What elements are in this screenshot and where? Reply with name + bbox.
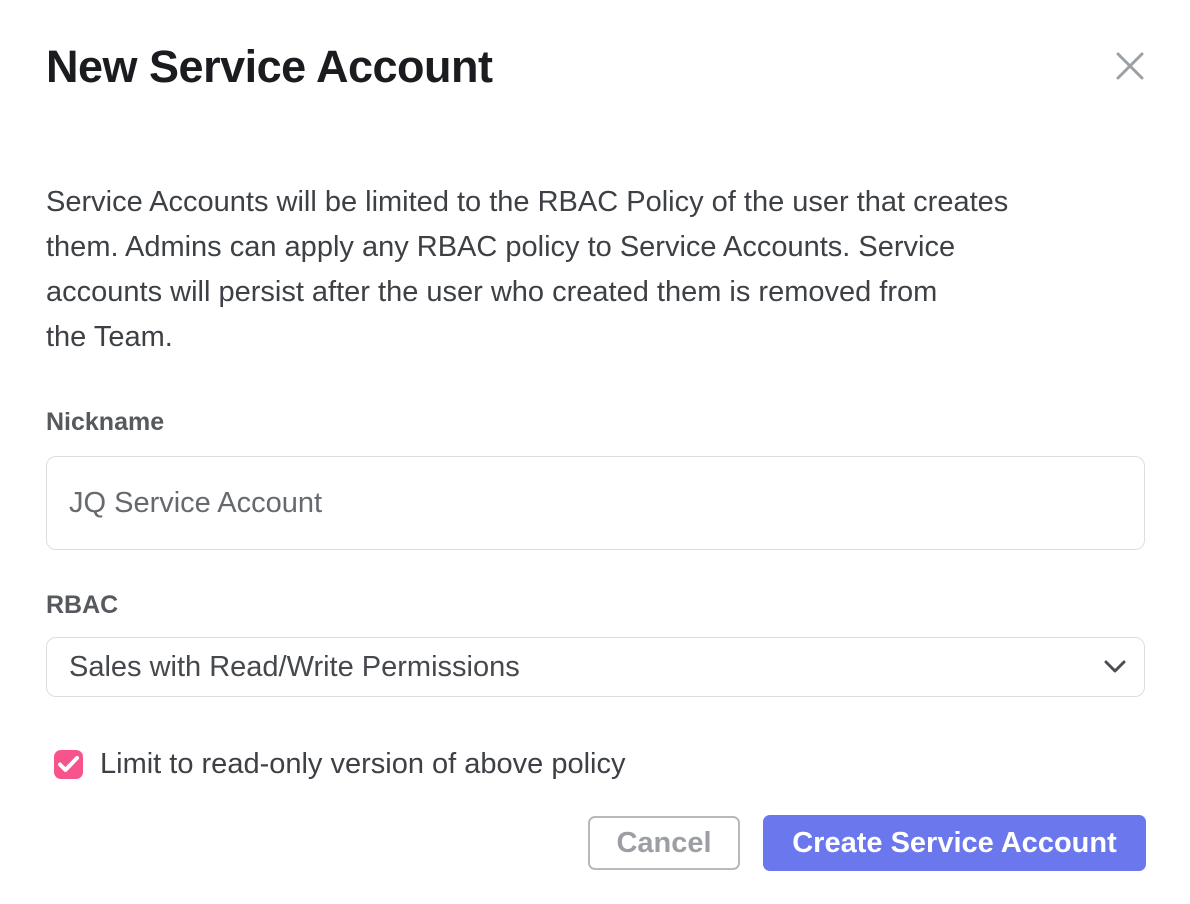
close-icon (1113, 49, 1147, 83)
description-line: accounts will persist after the user who… (46, 270, 1146, 315)
rbac-selected-option: Sales with Read/Write Permissions (69, 651, 520, 684)
readonly-checkbox[interactable] (54, 750, 83, 779)
close-button[interactable] (1112, 48, 1148, 84)
readonly-checkbox-row[interactable]: Limit to read-only version of above poli… (54, 748, 1146, 781)
chevron-down-icon (1104, 660, 1126, 674)
modal-description: Service Accounts will be limited to the … (46, 180, 1146, 360)
nickname-input[interactable] (46, 456, 1145, 550)
nickname-label: Nickname (46, 408, 1146, 437)
cancel-button[interactable]: Cancel (588, 816, 740, 870)
rbac-label: RBAC (46, 591, 1146, 620)
description-line: the Team. (46, 315, 1146, 360)
create-service-account-button[interactable]: Create Service Account (763, 815, 1146, 871)
page-title: New Service Account (46, 38, 1146, 96)
rbac-select[interactable]: Sales with Read/Write Permissions (46, 637, 1145, 697)
new-service-account-modal: New Service Account Service Accounts wil… (0, 0, 1190, 904)
description-line: them. Admins can apply any RBAC policy t… (46, 225, 1146, 270)
check-icon (58, 756, 79, 773)
description-line: Service Accounts will be limited to the … (46, 180, 1146, 225)
readonly-checkbox-label: Limit to read-only version of above poli… (100, 748, 625, 781)
modal-footer: Cancel Create Service Account (588, 815, 1146, 871)
